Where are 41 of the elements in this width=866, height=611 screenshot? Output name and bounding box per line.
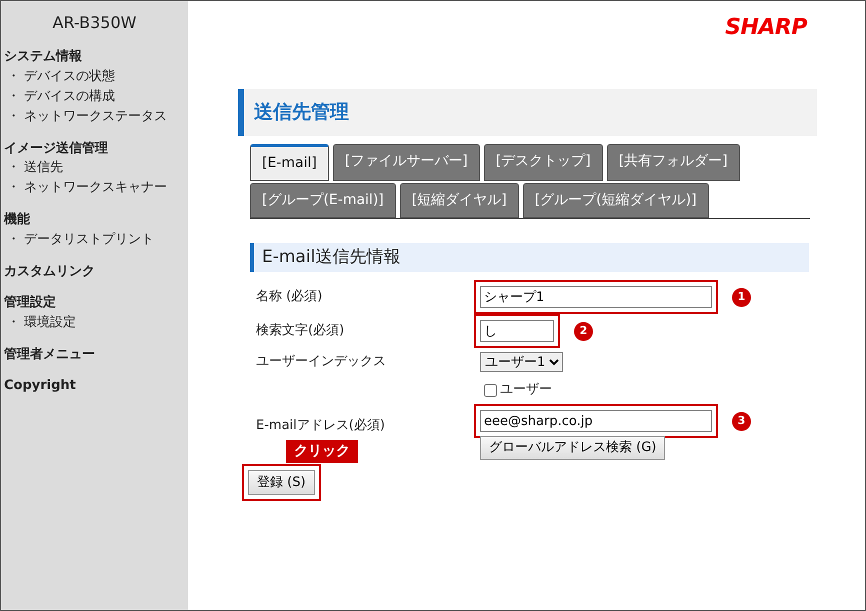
checkbox-label: ユーザー xyxy=(500,381,552,400)
field-label: E-mailアドレス(必須) xyxy=(256,418,385,433)
device-model: AR-B350W xyxy=(52,12,138,34)
tab[interactable]: [ファイルサーバー] xyxy=(332,144,480,180)
checkbox[interactable] xyxy=(484,384,497,396)
section-title: E-mail送信先情報 xyxy=(250,242,809,272)
field-label: ユーザーインデックス xyxy=(256,354,386,370)
step-badge: 2 xyxy=(574,322,593,340)
sidebar-item[interactable]: ・ デバイスの構成 xyxy=(7,86,188,106)
sidebar-item[interactable]: ・ 環境設定 xyxy=(7,312,188,332)
sidebar-heading[interactable]: システム情報 xyxy=(4,47,188,66)
register-button[interactable]: 登録 (S) xyxy=(248,470,315,495)
search-button[interactable]: グローバルアドレス検索 (G) xyxy=(480,436,666,460)
tab[interactable]: [グループ(短縮ダイヤル)] xyxy=(522,182,709,218)
sidebar-heading[interactable]: カスタムリンク xyxy=(4,262,188,281)
sidebar-heading[interactable]: 機能 xyxy=(4,210,188,230)
tab[interactable]: [グループ(E-mail)] xyxy=(250,182,396,218)
sidebar-item[interactable]: ・ ネットワークステータス xyxy=(7,106,188,126)
sidebar-item[interactable]: ・ 送信先 xyxy=(7,158,188,178)
logo: SHARP xyxy=(724,14,807,42)
step-badge: 3 xyxy=(732,412,751,430)
field-label: 検索文字(必須) xyxy=(256,323,344,338)
field-label: 名称 (必須) xyxy=(256,289,322,304)
input-field[interactable]: シャープ1 xyxy=(480,286,712,308)
input-field[interactable]: し xyxy=(480,320,554,342)
callout-label: クリック xyxy=(286,440,358,462)
tab[interactable]: [共有フォルダー] xyxy=(606,144,740,180)
step-badge: 1 xyxy=(732,288,751,306)
user-index-select[interactable]: ユーザー1 xyxy=(480,352,563,372)
tab[interactable]: [デスクトップ] xyxy=(484,144,603,180)
sidebar-heading[interactable]: Copyright xyxy=(4,376,188,396)
tab[interactable]: [短縮ダイヤル] xyxy=(400,182,519,218)
sidebar-heading[interactable]: 管理者メニュー xyxy=(4,344,188,364)
sidebar-item[interactable]: ・ デバイスの状態 xyxy=(7,66,188,86)
sidebar-heading[interactable]: イメージ送信管理 xyxy=(4,138,188,158)
sidebar-item[interactable]: ・ データリストプリント xyxy=(7,230,188,250)
tab[interactable]: [E-mail] xyxy=(250,144,329,180)
sidebar-item[interactable]: ・ ネットワークスキャナー xyxy=(7,178,188,198)
page-title: 送信先管理 xyxy=(238,89,817,136)
input-field[interactable]: eee@sharp.co.jp xyxy=(480,410,712,432)
sidebar-heading[interactable]: 管理設定 xyxy=(4,293,188,312)
